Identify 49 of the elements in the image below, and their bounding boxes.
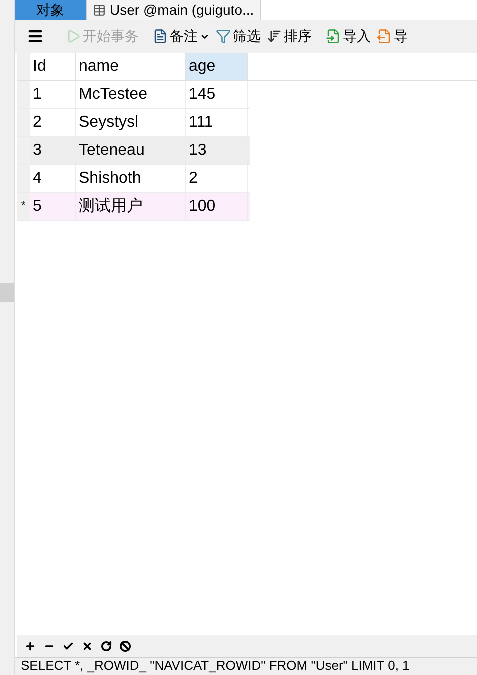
tab[interactable]: User @main (guiguto...	[87, 0, 262, 20]
add-button[interactable]	[25, 640, 36, 652]
row-marker: *	[21, 199, 26, 214]
sort-icon	[267, 29, 282, 44]
splitter-handle[interactable]	[0, 283, 14, 302]
table-cell: McTestee	[76, 81, 186, 108]
filter-icon	[216, 29, 231, 44]
document-icon	[153, 29, 168, 44]
toolbar-button[interactable]: 筛选	[216, 26, 261, 47]
table-cell: Seystysl	[76, 109, 186, 136]
menu-icon	[27, 28, 44, 45]
table-cell: 2	[30, 109, 76, 136]
import-icon	[326, 29, 341, 44]
status-text: SELECT *, _ROWID_ "NAVICAT_ROWID" FROM "User" LIMIT 0, 1	[20, 658, 411, 674]
refresh-icon	[101, 640, 112, 652]
play-icon	[66, 29, 81, 44]
check-icon	[63, 640, 74, 652]
table-cell: 4	[30, 165, 76, 192]
table-icon	[93, 4, 106, 16]
stop-icon	[120, 640, 131, 652]
table-cell: 100	[186, 193, 248, 220]
toolbar-button[interactable]: 导入	[326, 26, 371, 47]
table-cell: 2	[186, 165, 248, 192]
table-cell: 5	[30, 193, 76, 220]
add-icon	[25, 640, 36, 652]
table-cell: 111	[186, 109, 248, 136]
table-row[interactable]: * 5 测试用户 100	[17, 193, 250, 221]
close-button[interactable]	[82, 640, 93, 652]
table-row[interactable]: 3 Teteneau 13	[17, 137, 250, 165]
tab[interactable]: 对象	[15, 0, 87, 20]
table-cell: 145	[186, 81, 248, 108]
table-row[interactable]: 1 McTestee 145	[17, 81, 250, 109]
toolbar-button[interactable]: 备注	[153, 26, 210, 47]
table-cell: 1	[30, 81, 76, 108]
close-icon	[82, 640, 93, 652]
table-row[interactable]: 4 Shishoth 2	[17, 165, 250, 193]
stop-button[interactable]	[120, 640, 131, 652]
refresh-button[interactable]	[101, 640, 112, 652]
table-cell: 13	[186, 137, 248, 164]
table-cell: 测试用户	[76, 193, 186, 220]
table-row[interactable]: 2 Seystysl 111	[17, 109, 250, 137]
export-icon	[377, 29, 392, 44]
table-cell: Teteneau	[76, 137, 186, 164]
table-cell: Shishoth	[76, 165, 186, 192]
check-button[interactable]	[63, 640, 74, 652]
toolbar-button[interactable]: 导	[377, 26, 408, 47]
toolbar-button[interactable]: 排序	[267, 26, 312, 47]
column-header[interactable]: age	[186, 53, 248, 80]
table-cell: 3	[30, 137, 76, 164]
